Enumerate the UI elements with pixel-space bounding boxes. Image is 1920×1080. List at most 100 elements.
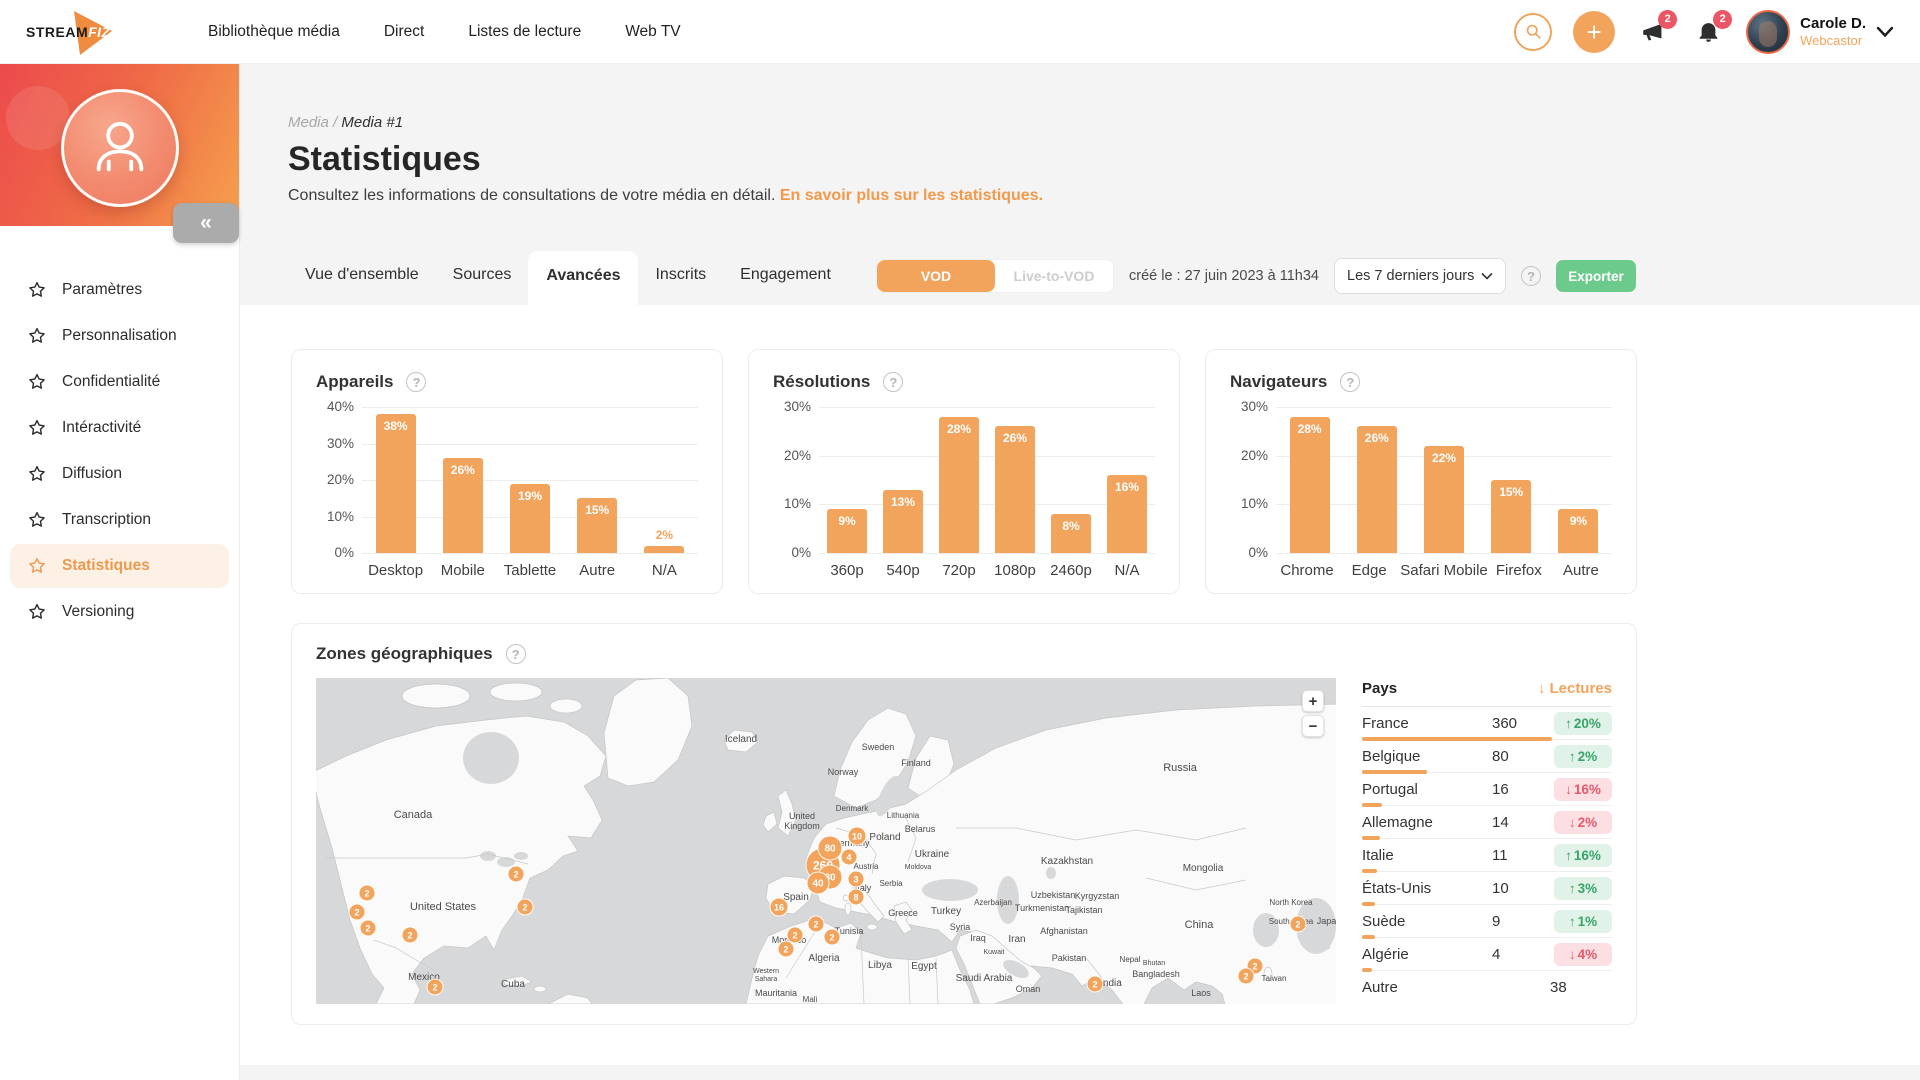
map-zoom-in-button[interactable]: + bbox=[1302, 690, 1324, 712]
sidebar-item-parametres[interactable]: Paramètres bbox=[10, 268, 229, 312]
sidebar-item-versioning[interactable]: Versioning bbox=[10, 590, 229, 634]
toggle-option-live-to-vod[interactable]: Live-to-VOD bbox=[995, 260, 1113, 292]
breadcrumb-parent[interactable]: Media bbox=[288, 114, 329, 131]
bar-desktop[interactable]: 38% bbox=[376, 414, 416, 553]
map-cluster-marker[interactable]: 2 bbox=[778, 941, 794, 957]
chart-help-icon[interactable]: ? bbox=[1340, 372, 1360, 392]
map-cluster-marker[interactable]: 2 bbox=[1087, 976, 1103, 992]
map-cluster-marker[interactable]: 2 bbox=[360, 920, 376, 936]
bar-360p[interactable]: 9% bbox=[827, 509, 867, 553]
map-cluster-count: 80 bbox=[824, 844, 836, 855]
chart-help-icon[interactable]: ? bbox=[406, 372, 426, 392]
map-cluster-marker[interactable]: 16 bbox=[770, 898, 788, 916]
bar-tablette[interactable]: 19% bbox=[510, 484, 550, 553]
stats-help-link[interactable]: En savoir plus sur les statistiques. bbox=[780, 187, 1043, 204]
tab-inscrits[interactable]: Inscrits bbox=[638, 266, 723, 305]
nav-item-web-tv[interactable]: Web TV bbox=[625, 23, 680, 41]
map-cluster-count: 2 bbox=[1295, 920, 1300, 930]
map-zoom-out-button[interactable]: − bbox=[1302, 715, 1324, 737]
bar-540p[interactable]: 13% bbox=[883, 490, 923, 553]
map-cluster-count: 10 bbox=[852, 832, 862, 842]
tab-vue-d-ensemble[interactable]: Vue d'ensemble bbox=[288, 266, 436, 305]
map-cluster-marker[interactable]: 40 bbox=[807, 872, 829, 894]
country-views: 11 bbox=[1492, 847, 1554, 864]
map-cluster-marker[interactable]: 2 bbox=[359, 885, 375, 901]
map-cluster-marker[interactable]: 3 bbox=[848, 871, 864, 887]
map-cluster-marker[interactable]: 2 bbox=[508, 866, 524, 882]
x-axis-label: N/A bbox=[631, 562, 698, 579]
sidebar-item-interactivite[interactable]: Intéractivité bbox=[10, 406, 229, 450]
sidebar-collapse-button[interactable]: « bbox=[173, 203, 239, 243]
sidebar-item-statistiques[interactable]: Statistiques bbox=[10, 544, 229, 588]
add-media-button[interactable]: + bbox=[1573, 11, 1615, 53]
bar-1080p[interactable]: 26% bbox=[995, 426, 1035, 553]
export-button[interactable]: Exporter bbox=[1556, 260, 1636, 292]
map-cluster-marker[interactable]: 2 bbox=[349, 904, 365, 920]
toggle-option-vod[interactable]: VOD bbox=[877, 260, 995, 292]
map-cluster-marker[interactable]: 2 bbox=[402, 927, 418, 943]
column-header-lectures[interactable]: ↓Lectures bbox=[1538, 680, 1612, 697]
map-country-label: Egypt bbox=[911, 961, 937, 972]
notifications-button[interactable]: 2 bbox=[1691, 15, 1725, 49]
map-country-label: Iran bbox=[1008, 934, 1025, 945]
map-cluster-marker[interactable]: 2 bbox=[787, 927, 803, 943]
period-select[interactable]: Les 7 derniers jours bbox=[1334, 258, 1506, 294]
bar-n-a[interactable]: 16% bbox=[1107, 475, 1147, 553]
map-country-label: Moldova bbox=[905, 864, 932, 871]
sidebar-item-transcription[interactable]: Transcription bbox=[10, 498, 229, 542]
sort-desc-icon: ↓ bbox=[1538, 680, 1546, 697]
bar-720p[interactable]: 28% bbox=[939, 417, 979, 553]
sidebar-item-personnalisation[interactable]: Personnalisation bbox=[10, 314, 229, 358]
map-cluster-count: 2 bbox=[813, 920, 818, 930]
search-button[interactable] bbox=[1514, 13, 1552, 51]
bar-chrome[interactable]: 28% bbox=[1290, 417, 1330, 553]
map-cluster-marker[interactable]: 4 bbox=[841, 849, 857, 865]
bar-autre[interactable]: 9% bbox=[1558, 509, 1598, 553]
map-cluster-marker[interactable]: 2 bbox=[1238, 968, 1254, 984]
period-help-icon[interactable]: ? bbox=[1521, 266, 1541, 286]
bar-autre[interactable]: 15% bbox=[577, 498, 617, 553]
map-country-label: Cuba bbox=[501, 979, 525, 990]
map-cluster-marker[interactable]: 80 bbox=[818, 836, 842, 860]
bar-safari-mobile[interactable]: 22% bbox=[1424, 446, 1464, 553]
tab-sources[interactable]: Sources bbox=[436, 266, 529, 305]
bar-mobile[interactable]: 26% bbox=[443, 458, 483, 553]
bar-firefox[interactable]: 15% bbox=[1491, 480, 1531, 553]
country-views: 38 bbox=[1550, 979, 1612, 996]
announcements-button[interactable]: 2 bbox=[1636, 15, 1670, 49]
person-icon bbox=[84, 112, 156, 184]
nav-item-direct[interactable]: Direct bbox=[384, 23, 424, 41]
map-country-label: China bbox=[1185, 919, 1215, 931]
bar-edge[interactable]: 26% bbox=[1357, 426, 1397, 553]
tab-avancees[interactable]: Avancées bbox=[528, 251, 638, 305]
country-name: États-Unis bbox=[1362, 880, 1492, 897]
map-cluster-marker[interactable]: 10 bbox=[848, 827, 866, 845]
map-country-label: Turkmenistan bbox=[1015, 903, 1069, 913]
sidebar-item-confidentialite[interactable]: Confidentialité bbox=[10, 360, 229, 404]
map-cluster-marker[interactable]: 2 bbox=[517, 899, 533, 915]
y-axis-tick: 0% bbox=[316, 545, 354, 560]
world-map[interactable]: CanadaUnited StatesMexicoCubaIcelandNorw… bbox=[316, 678, 1336, 1004]
map-cluster-marker[interactable]: 2 bbox=[808, 916, 824, 932]
map-country-label: Ukraine bbox=[915, 849, 950, 860]
user-menu[interactable]: Carole D. Webcastor bbox=[1746, 10, 1894, 54]
bar-2460p[interactable]: 8% bbox=[1051, 514, 1091, 553]
sidebar-item-label: Versioning bbox=[62, 603, 134, 621]
nav-item-listes-de-lecture[interactable]: Listes de lecture bbox=[468, 23, 581, 41]
x-axis-label: Firefox bbox=[1488, 562, 1550, 579]
nav-item-bibliotheque-media[interactable]: Bibliothèque média bbox=[208, 23, 340, 41]
streamfizz-logo[interactable]: STREAMFIZZ bbox=[26, 6, 154, 58]
star-icon bbox=[27, 372, 47, 392]
sidebar-item-label: Personnalisation bbox=[62, 327, 177, 345]
map-cluster-marker[interactable]: 2 bbox=[824, 929, 840, 945]
map-cluster-count: 2 bbox=[829, 933, 834, 943]
sidebar-item-diffusion[interactable]: Diffusion bbox=[10, 452, 229, 496]
chart-help-icon[interactable]: ? bbox=[883, 372, 903, 392]
bar-n-a[interactable]: 2% bbox=[644, 546, 684, 553]
geo-help-icon[interactable]: ? bbox=[506, 644, 526, 664]
map-country-label: Iraq bbox=[970, 933, 986, 943]
map-cluster-marker[interactable]: 2 bbox=[1290, 916, 1306, 932]
tab-engagement[interactable]: Engagement bbox=[723, 266, 848, 305]
map-cluster-marker[interactable]: 2 bbox=[427, 979, 443, 995]
map-cluster-marker[interactable]: 8 bbox=[848, 889, 864, 905]
